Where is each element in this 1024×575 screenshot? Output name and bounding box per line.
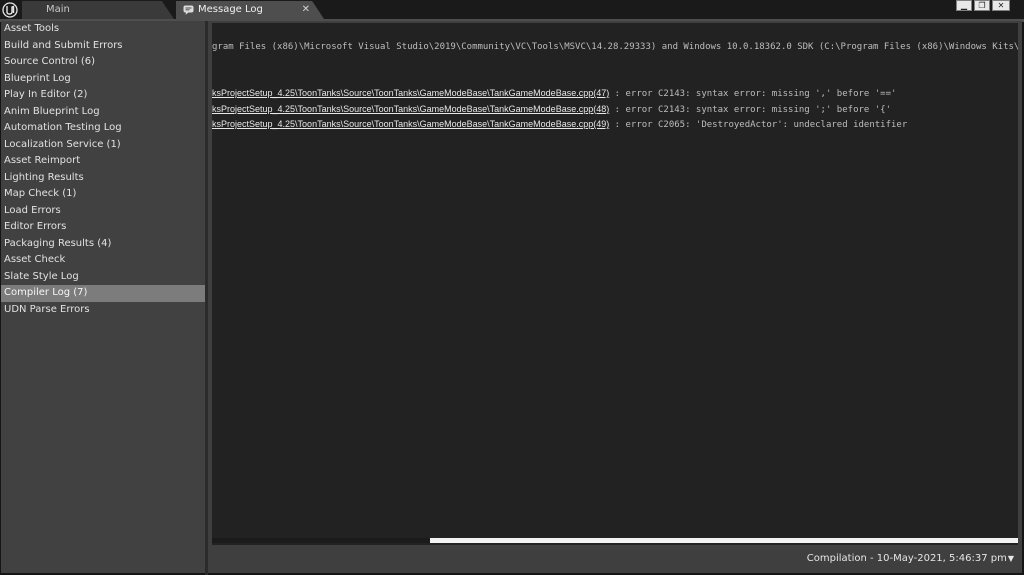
error-message: : error C2143: syntax error: missing ';'…: [609, 104, 891, 115]
sidebar-item-play-in-editor[interactable]: Play In Editor (2): [1, 87, 205, 104]
log-output[interactable]: gram Files (x86)\Microsoft Visual Studio…: [212, 23, 1018, 545]
tab-message-log[interactable]: Message Log ✕: [176, 1, 324, 19]
tab-main-label: Main: [46, 4, 70, 15]
sidebar-item-build-and-submit-errors[interactable]: Build and Submit Errors: [1, 38, 205, 55]
log-category-list: Asset Tools Build and Submit Errors Sour…: [1, 21, 205, 573]
error-file-link[interactable]: ksProjectSetup_4.25\ToonTanks\Source\Too…: [212, 104, 609, 114]
error-file-link[interactable]: ksProjectSetup_4.25\ToonTanks\Source\Too…: [212, 119, 609, 129]
tab-main[interactable]: Main: [22, 1, 174, 19]
sidebar-item-asset-reimport[interactable]: Asset Reimport: [1, 153, 205, 170]
message-log-panel: gram Files (x86)\Microsoft Visual Studio…: [208, 21, 1022, 573]
compilation-page-label: Compilation - 10-May-2021, 5:46:37 pm: [806, 553, 1007, 564]
error-file-link[interactable]: ksProjectSetup_4.25\ToonTanks\Source\Too…: [212, 88, 609, 98]
sidebar-item-map-check[interactable]: Map Check (1): [1, 186, 205, 203]
sidebar-item-asset-tools[interactable]: Asset Tools: [1, 21, 205, 38]
unreal-logo-icon[interactable]: [0, 0, 20, 19]
sidebar-item-anim-blueprint-log[interactable]: Anim Blueprint Log: [1, 104, 205, 121]
close-tab-icon[interactable]: ✕: [302, 1, 310, 19]
title-bar: Main Message Log ✕ ▁ ❐ ✕: [0, 0, 1024, 19]
horizontal-scrollbar[interactable]: [212, 538, 1018, 543]
sidebar-item-slate-style-log[interactable]: Slate Style Log: [1, 269, 205, 286]
sidebar-item-packaging-results[interactable]: Packaging Results (4): [1, 236, 205, 253]
sidebar-item-compiler-log[interactable]: Compiler Log (7): [1, 285, 205, 302]
sidebar-item-asset-check[interactable]: Asset Check: [1, 252, 205, 269]
log-line-error: ksProjectSetup_4.25\ToonTanks\Source\Too…: [212, 104, 891, 115]
log-line-header-text: gram Files (x86)\Microsoft Visual Studio…: [212, 42, 1018, 52]
error-message: : error C2143: syntax error: missing ','…: [609, 89, 897, 99]
error-message: : error C2065: 'DestroyedActor': undecla…: [609, 120, 908, 130]
log-line-error: ksProjectSetup_4.25\ToonTanks\Source\Too…: [212, 88, 896, 99]
minimize-button[interactable]: ▁: [956, 0, 972, 11]
close-window-button[interactable]: ✕: [992, 0, 1010, 11]
message-log-icon: [183, 5, 194, 15]
sidebar-item-udn-parse-errors[interactable]: UDN Parse Errors: [1, 302, 205, 319]
log-line-header: gram Files (x86)\Microsoft Visual Studio…: [212, 42, 1018, 52]
chevron-down-icon: ▼: [1007, 554, 1014, 563]
log-line-error: ksProjectSetup_4.25\ToonTanks\Source\Too…: [212, 119, 907, 130]
maximize-button[interactable]: ❐: [974, 0, 990, 11]
sidebar-item-load-errors[interactable]: Load Errors: [1, 203, 205, 220]
sidebar-item-editor-errors[interactable]: Editor Errors: [1, 219, 205, 236]
sidebar-item-lighting-results[interactable]: Lighting Results: [1, 170, 205, 187]
sidebar-item-localization-service[interactable]: Localization Service (1): [1, 137, 205, 154]
tab-message-log-label: Message Log: [198, 4, 263, 15]
horizontal-scrollbar-thumb[interactable]: [430, 538, 1018, 543]
sidebar-item-automation-testing-log[interactable]: Automation Testing Log: [1, 120, 205, 137]
sidebar-item-source-control[interactable]: Source Control (6): [1, 54, 205, 71]
sidebar-item-blueprint-log[interactable]: Blueprint Log: [1, 71, 205, 88]
compilation-page-selector[interactable]: Compilation - 10-May-2021, 5:46:37 pm▼: [807, 553, 1014, 564]
